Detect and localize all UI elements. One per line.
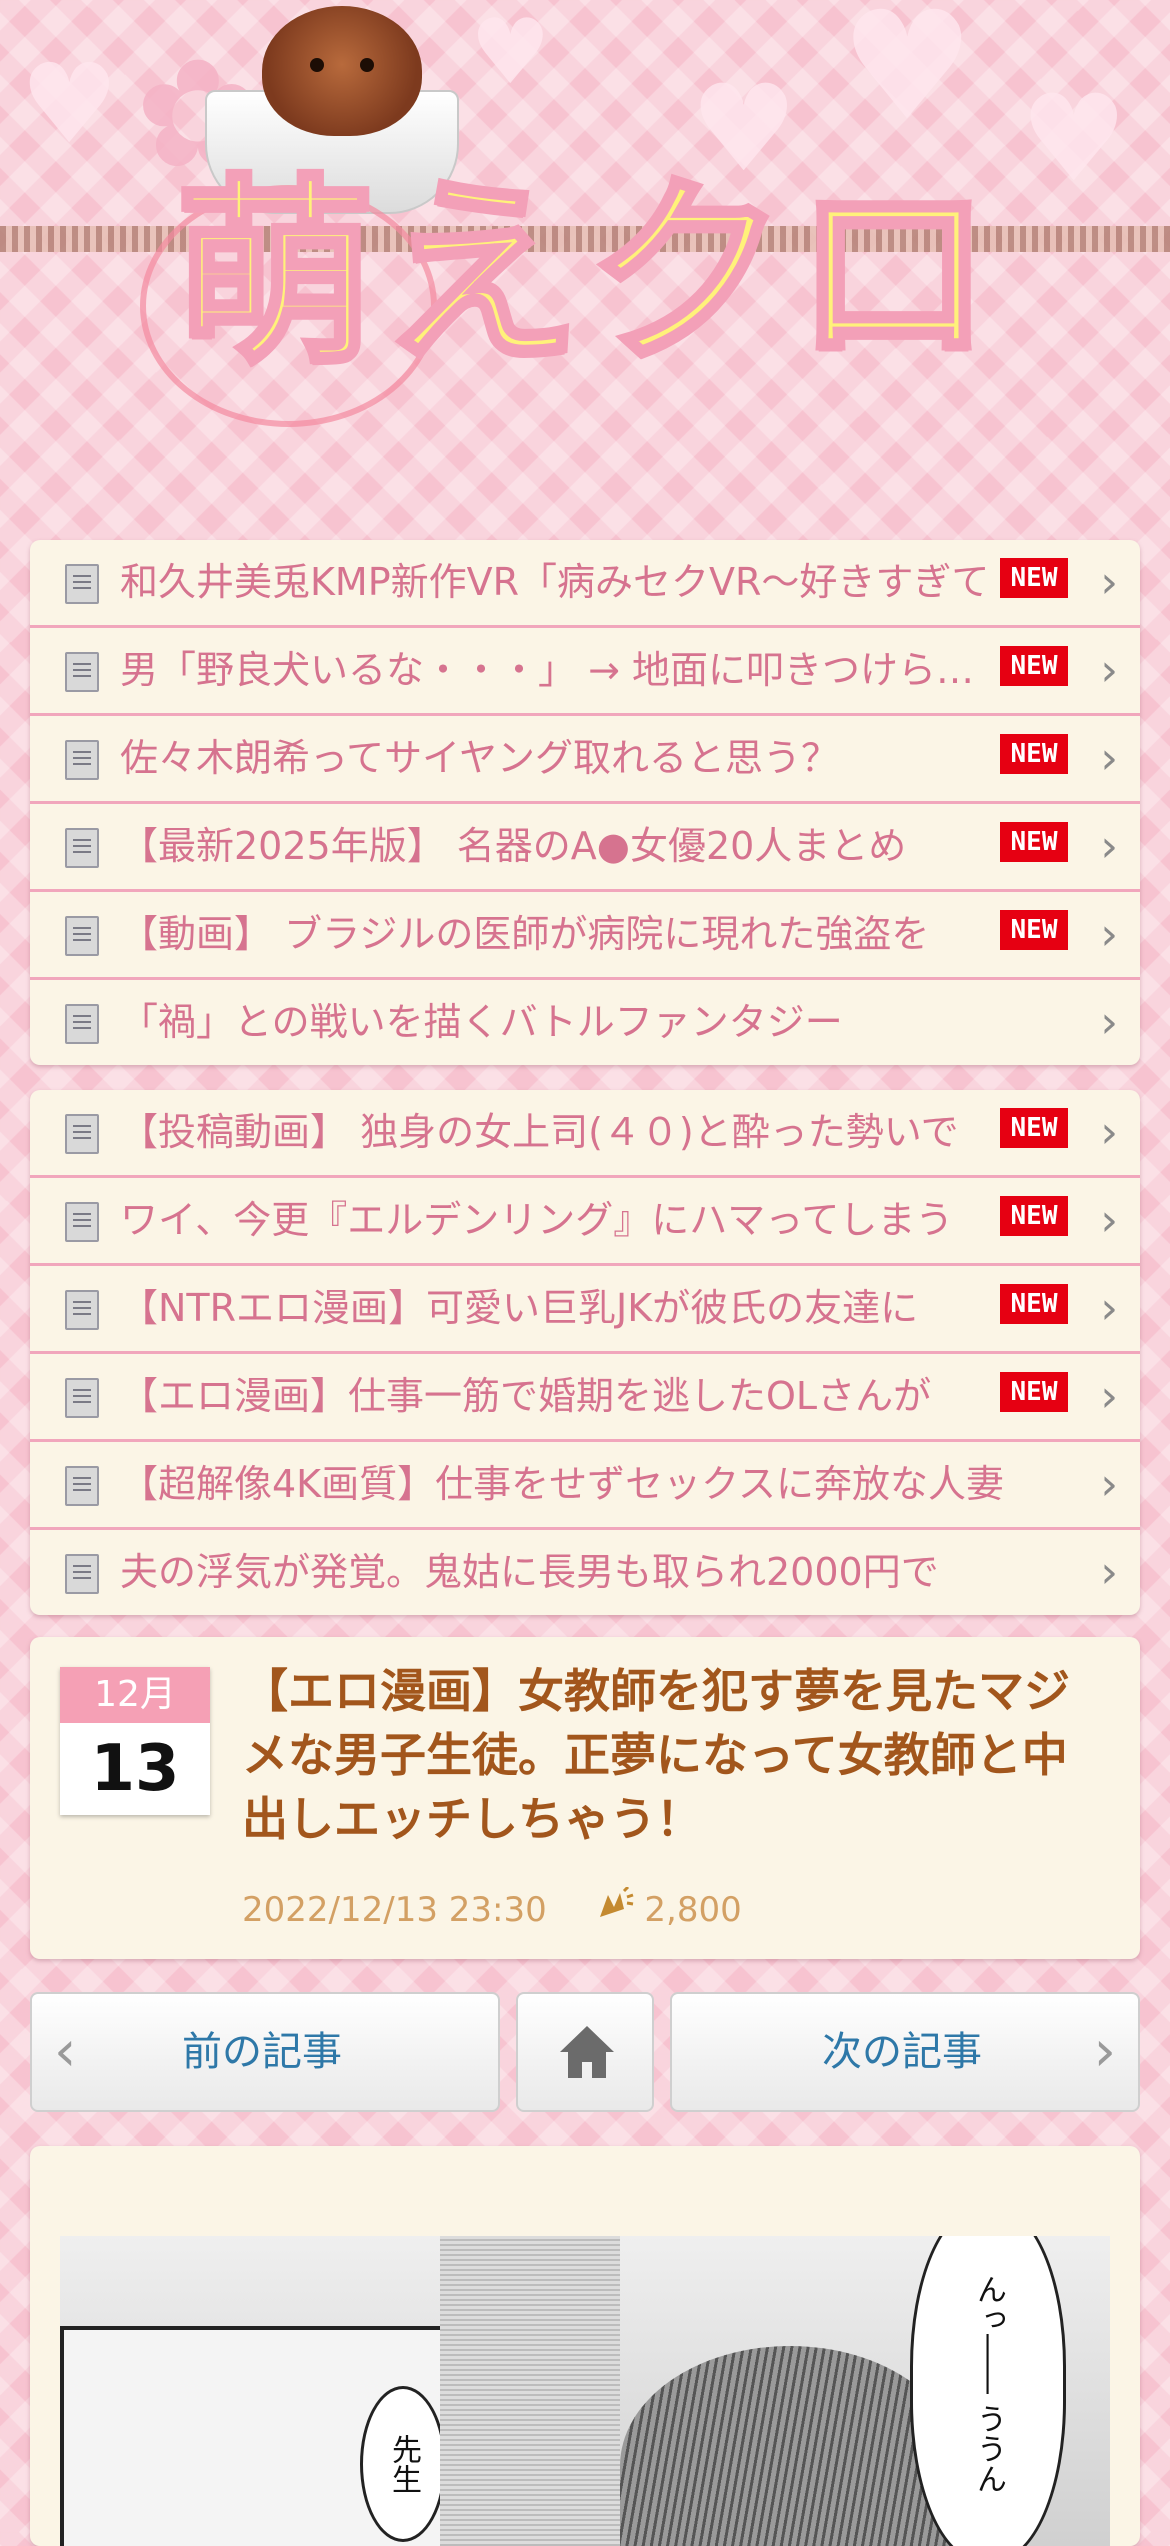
- site-logo[interactable]: 萌えクロ: [172, 162, 999, 388]
- article-title: 【エロ漫画】女教師を犯す夢を見たマジメな男子生徒。正夢になって女教師と中出しエッ…: [242, 1664, 1070, 1846]
- related-link-item-label: 【エロ漫画】仕事一筋で婚期を逃したOLさんが: [120, 1374, 932, 1418]
- date-day: 13: [60, 1723, 210, 1815]
- recent-link-item-label: 和久井美兎KMP新作VR「病みセクVR～好きすぎて: [120, 560, 990, 604]
- heart-decoration-icon: ♥: [20, 40, 119, 168]
- document-icon: [65, 828, 99, 868]
- recent-link-item-label: 「禍」との戦いを描くバトルファンタジー: [120, 1000, 843, 1044]
- prev-article-label: 前の記事: [182, 2029, 342, 2075]
- speech-bubble-right: んっ―― ううん: [910, 2236, 1066, 2546]
- chevron-right-icon: ›: [1093, 2019, 1116, 2084]
- clap-count: 2,800: [644, 1890, 742, 1930]
- manga-image[interactable]: 先生 んっ―― ううん: [60, 2236, 1110, 2546]
- chevron-right-icon: ›: [1100, 1459, 1118, 1510]
- new-badge: NEW: [1000, 1108, 1068, 1148]
- chevron-right-icon: ›: [1100, 997, 1118, 1048]
- chevron-right-icon: ›: [1100, 733, 1118, 784]
- new-badge: NEW: [1000, 1196, 1068, 1236]
- related-links-list: 【投稿動画】 独身の女上司(４０)と酔った勢いで NEW › ワイ、今更『エルデンリン…: [30, 1090, 1140, 1615]
- related-link-item-label: 【投稿動画】 独身の女上司(４０)と酔った勢いで: [120, 1110, 959, 1154]
- document-icon: [65, 1290, 99, 1330]
- recent-link-item-label: 佐々木朗希ってサイヤング取れると思う？: [120, 736, 839, 780]
- article-body: 先生 んっ―― ううん: [30, 2146, 1140, 2546]
- related-link-item-label: 【NTRエロ漫画】可愛い巨乳JKが彼氏の友達に: [120, 1286, 919, 1330]
- puppy-eye: [360, 58, 374, 72]
- chevron-right-icon: ›: [1100, 645, 1118, 696]
- chevron-right-icon: ›: [1100, 1283, 1118, 1334]
- heart-decoration-icon: ♥: [470, 0, 551, 105]
- chevron-right-icon: ›: [1100, 1107, 1118, 1158]
- related-link-item[interactable]: ワイ、今更『エルデンリング』にハマってしまう NEW ›: [30, 1178, 1140, 1266]
- new-badge: NEW: [1000, 910, 1068, 950]
- next-article-label: 次の記事: [822, 2029, 982, 2075]
- heart-decoration-icon: ♥: [840, 0, 975, 154]
- document-icon: [65, 564, 99, 604]
- new-badge: NEW: [1000, 1372, 1068, 1412]
- recent-link-item[interactable]: 【動画】 ブラジルの医師が病院に現れた強盗を NEW ›: [30, 892, 1140, 980]
- related-link-item[interactable]: 夫の浮気が発覚。鬼姑に長男も取られ2000円で ›: [30, 1530, 1140, 1615]
- recent-link-item[interactable]: 佐々木朗希ってサイヤング取れると思う？ NEW ›: [30, 716, 1140, 804]
- chevron-right-icon: ›: [1100, 1371, 1118, 1422]
- related-link-item-label: 【超解像4K画質】仕事をせずセックスに奔放な人妻: [120, 1462, 1004, 1506]
- site-header: ♥ ♥ ♥ ♥ ♥ ✿ 萌えクロ: [0, 0, 1170, 520]
- recent-link-item[interactable]: 「禍」との戦いを描くバトルファンタジー ›: [30, 980, 1140, 1065]
- document-icon: [65, 1202, 99, 1242]
- new-badge: NEW: [1000, 822, 1068, 862]
- article-header: 12月 13 【エロ漫画】女教師を犯す夢を見たマジメな男子生徒。正夢になって女教…: [30, 1637, 1140, 1959]
- recent-link-item[interactable]: 【最新2025年版】 名器のA●女優20人まとめ NEW ›: [30, 804, 1140, 892]
- related-link-item[interactable]: 【エロ漫画】仕事一筋で婚期を逃したOLさんが NEW ›: [30, 1354, 1140, 1442]
- speech-bubble-left: 先生: [360, 2386, 446, 2542]
- article-meta: 2022/12/13 23:30 2,800: [242, 1885, 742, 1930]
- document-icon: [65, 1004, 99, 1044]
- new-badge: NEW: [1000, 646, 1068, 686]
- home-button[interactable]: [516, 1992, 654, 2112]
- recent-link-item[interactable]: 男「野良犬いるな・・・」 → 地面に叩きつけられる NEW ›: [30, 628, 1140, 716]
- article-datetime: 2022/12/13 23:30: [242, 1890, 547, 1930]
- document-icon: [65, 1554, 99, 1594]
- chevron-right-icon: ›: [1100, 1195, 1118, 1246]
- recent-link-item[interactable]: 和久井美兎KMP新作VR「病みセクVR～好きすぎて NEW ›: [30, 540, 1140, 628]
- document-icon: [65, 1378, 99, 1418]
- related-link-item[interactable]: 【投稿動画】 独身の女上司(４０)と酔った勢いで NEW ›: [30, 1090, 1140, 1178]
- prev-article-button[interactable]: ‹ 前の記事: [30, 1992, 500, 2112]
- related-link-item-label: ワイ、今更『エルデンリング』にハマってしまう: [120, 1198, 954, 1242]
- heart-decoration-icon: ♥: [1020, 70, 1128, 209]
- document-icon: [65, 1466, 99, 1506]
- chevron-right-icon: ›: [1100, 909, 1118, 960]
- puppy-image: [262, 6, 422, 136]
- related-link-item[interactable]: 【NTRエロ漫画】可愛い巨乳JKが彼氏の友達に NEW ›: [30, 1266, 1140, 1354]
- next-article-button[interactable]: 次の記事 ›: [670, 1992, 1140, 2112]
- new-badge: NEW: [1000, 1284, 1068, 1324]
- home-icon: [558, 2024, 616, 2084]
- chevron-right-icon: ›: [1100, 1547, 1118, 1598]
- document-icon: [65, 1114, 99, 1154]
- recent-link-item-label: 【動画】 ブラジルの医師が病院に現れた強盗を: [120, 912, 930, 956]
- recent-link-item-label: 【最新2025年版】 名器のA●女優20人まとめ: [120, 824, 907, 868]
- clap-icon: [594, 1885, 634, 1930]
- manga-screentone: [440, 2236, 620, 2546]
- document-icon: [65, 916, 99, 956]
- chevron-left-icon: ‹: [54, 2019, 77, 2084]
- chevron-right-icon: ›: [1100, 557, 1118, 608]
- related-link-item[interactable]: 【超解像4K画質】仕事をせずセックスに奔放な人妻 ›: [30, 1442, 1140, 1530]
- document-icon: [65, 740, 99, 780]
- puppy-eye: [310, 58, 324, 72]
- date-month: 12月: [60, 1667, 210, 1723]
- manga-character: [620, 2346, 960, 2546]
- related-link-item-label: 夫の浮気が発覚。鬼姑に長男も取られ2000円で: [120, 1550, 939, 1594]
- recent-links-list: 和久井美兎KMP新作VR「病みセクVR～好きすぎて NEW › 男「野良犬いるな・・・…: [30, 540, 1140, 1065]
- new-badge: NEW: [1000, 734, 1068, 774]
- new-badge: NEW: [1000, 558, 1068, 598]
- date-badge: 12月 13: [60, 1667, 210, 1815]
- chevron-right-icon: ›: [1100, 821, 1118, 872]
- recent-link-item-label: 男「野良犬いるな・・・」 → 地面に叩きつけられる: [120, 648, 990, 692]
- document-icon: [65, 652, 99, 692]
